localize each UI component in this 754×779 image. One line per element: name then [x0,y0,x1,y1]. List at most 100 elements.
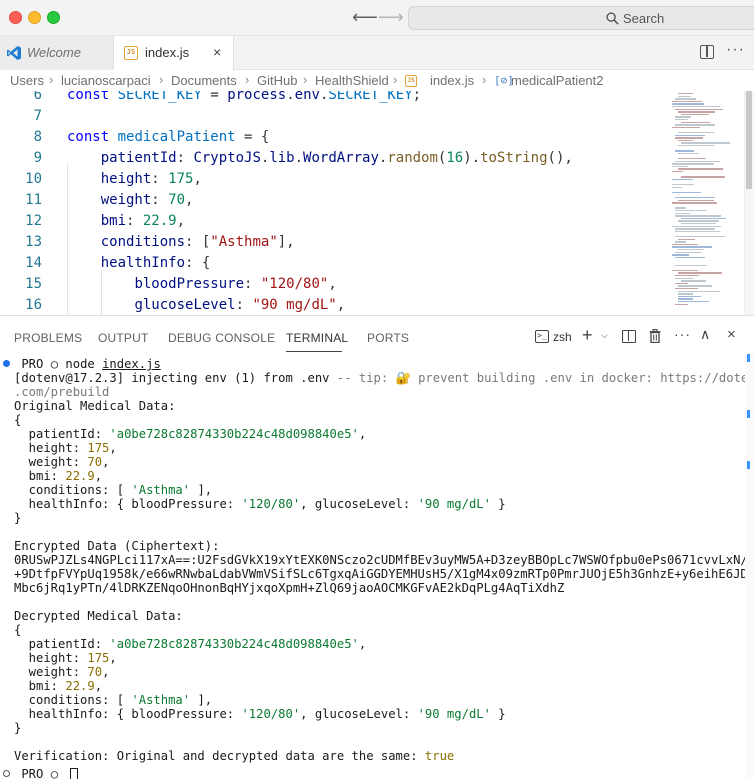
chevron-down-icon[interactable]: ⌵ [601,330,608,341]
terminal-token: +9DtfpFVYpUq1958k/e66wRNwbaLdabVWmVSifSL… [14,567,754,581]
terminal-line: bmi: 22.9, [14,679,102,693]
minimap-line [675,150,694,152]
code-line[interactable]: 7 [0,106,665,127]
code-editor[interactable]: 6 const SECRET_KEY = process.env.SECRET_K… [0,91,754,315]
terminal-token: , glucoseLevel: [300,497,418,511]
search-label: Search [623,11,665,26]
breadcrumb-item[interactable]: lucianoscarpaci [61,73,151,88]
terminal-token: , [94,469,103,483]
code-token: healthInfo [100,255,186,271]
minimap-line [678,199,714,201]
terminal-line: patientId: 'a0be728c82874330b224c48d0988… [14,637,367,651]
minimap-line [681,142,730,144]
code-text: conditions: ["Asthma"], [67,232,295,253]
breadcrumb-item[interactable]: GitHub [257,73,297,88]
tab-terminal[interactable]: TERMINAL [286,331,348,345]
command-text: node [65,357,103,371]
split-editor-icon[interactable] [700,45,714,59]
tab-debug-console[interactable]: DEBUG CONSOLE [168,331,275,345]
new-terminal-icon[interactable]: + [582,325,593,346]
terminal-line: [dotenv@17.2.3] injecting env (1) from .… [14,371,754,385]
vscode-logo-icon [7,46,21,60]
forward-arrow-icon[interactable]: ⟶ [378,7,404,27]
command-file-link[interactable]: index.js [102,357,161,371]
terminal-token: true [424,749,455,763]
terminal-line: { [14,413,21,427]
terminal-line: conditions: [ 'Asthma' ], [14,483,212,497]
code-text: weight: 70, [67,190,194,211]
command-center-search[interactable]: Search [408,6,754,30]
code-line[interactable]: 8 const medicalPatient = { [0,127,665,148]
terminal-token: patientId: [14,427,110,441]
code-line[interactable]: 14 healthInfo: { [0,253,665,274]
code-token: weight [100,192,152,208]
minimap-line [675,197,715,199]
tab-index-js[interactable]: JS index.js × [114,36,234,71]
breadcrumb-item[interactable]: Users [10,73,44,88]
code-text: glucoseLevel: "90 mg/dL", [67,295,345,315]
minimap-line [678,238,695,240]
minimap[interactable] [668,91,744,315]
terminal-token: , [102,665,110,679]
prompt-status-dot [3,360,10,367]
code-line[interactable]: 6 const SECRET_KEY = process.env.SECRET_K… [0,91,665,106]
back-arrow-icon[interactable]: ⟵ [352,7,378,27]
maximize-panel-icon[interactable]: ∧ [700,326,710,343]
breadcrumb: Users › lucianoscarpaci › Documents › Gi… [0,71,754,91]
code-text: bmi: 22.9, [67,211,185,232]
minimap-line [672,106,720,108]
minimize-window-button[interactable] [28,11,41,24]
code-token: , [176,213,186,229]
code-token: (), [547,150,573,166]
trash-icon[interactable] [649,329,661,343]
code-line[interactable]: 12 bmi: 22.9, [0,211,665,232]
tab-welcome[interactable]: Welcome [0,36,114,70]
terminal-token: 22.9 [65,679,95,693]
code-token: CryptoJS [193,150,261,166]
terminal-line: weight: 70, [14,665,110,679]
prompt-arrow: ○ [50,357,59,371]
more-actions-icon[interactable]: ··· [726,41,745,59]
terminal-shell-label[interactable]: zsh [553,330,572,344]
terminal-token: } [490,497,506,511]
terminal-line: Mbc6jRq1yPTn/4lDRKZENqoOHnonBqHYjxqoXpmH… [14,581,564,595]
terminal-token: '90 mg/dL' [417,497,491,511]
breadcrumb-item[interactable]: HealthShield [315,73,389,88]
minimap-line [672,178,694,181]
minimap-line [675,124,716,126]
prompt-name: PRO [14,357,44,371]
code-line[interactable]: 10 height: 175, [0,169,665,190]
close-tab-icon[interactable]: × [213,44,221,60]
breadcrumb-item[interactable]: medicalPatient2 [511,73,604,88]
breadcrumb-item[interactable]: Documents [171,73,237,88]
maximize-window-button[interactable] [47,11,60,24]
code-line[interactable]: 11 weight: 70, [0,190,665,211]
minimap-line [675,303,689,305]
code-line[interactable]: 9 patientId: CryptoJS.lib.WordArray.rand… [0,148,665,169]
code-line[interactable]: 16 glucoseLevel: "90 mg/dL", [0,295,665,315]
terminal-line: healthInfo: { bloodPressure: '120/80', g… [14,497,506,511]
tab-ports[interactable]: PORTS [367,331,409,345]
editor-scrollbar-thumb[interactable] [746,91,752,189]
terminal-line: patientId: 'a0be728c82874330b224c48d0988… [14,427,367,441]
code-line[interactable]: 13 conditions: ["Asthma"], [0,232,665,253]
tab-problems[interactable]: PROBLEMS [14,331,82,345]
close-window-button[interactable] [9,11,22,24]
code-token: , [193,171,202,187]
code-token: SECRET_KEY [328,91,413,103]
terminal-output[interactable]: PRO ○ node index.js [dotenv@17.2.3] inje… [0,354,754,779]
split-terminal-icon[interactable] [622,330,636,343]
close-panel-icon[interactable]: × [727,326,736,343]
tab-output[interactable]: OUTPUT [98,331,149,345]
code-line[interactable]: 15 bloodPressure: "120/80", [0,274,665,295]
code-token: 22.9 [142,213,177,229]
terminal-line: weight: 70, [14,455,110,469]
breadcrumb-item[interactable]: index.js [430,73,474,88]
more-actions-icon[interactable]: ··· [674,326,691,342]
code-token: ). [463,150,481,166]
minimap-line [678,158,706,160]
